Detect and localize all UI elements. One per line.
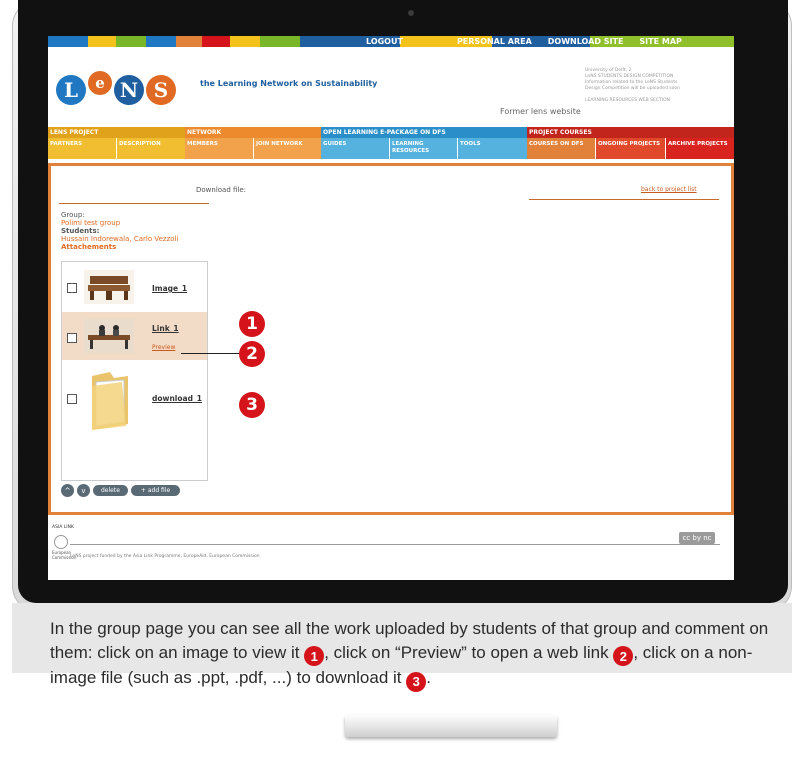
bench-image-thumbnail[interactable]: [84, 270, 134, 304]
menu-ongoing-projects[interactable]: ONGOING PROJECTS: [595, 138, 665, 159]
browser-screen: LOGOUT PERSONAL AREA DOWNLOAD SITE SITE …: [48, 36, 734, 580]
menu-open-learning[interactable]: OPEN LEARNING E-PACKAGE ON DFS: [321, 127, 527, 138]
side-info-line: LEARNING RESOURCES WEB SECTION: [585, 98, 671, 103]
menu-description[interactable]: DESCRIPTION: [116, 138, 185, 159]
menu-members[interactable]: MEMBERS: [185, 138, 253, 159]
main-menu: LENS PROJECT NETWORK OPEN LEARNING E-PAC…: [48, 127, 734, 163]
callout-badge-2: 2: [239, 341, 265, 367]
menu-project-courses[interactable]: PROJECT COURSES: [527, 127, 734, 138]
students-value: Hussain Indorewala, Carlo Vezzoli: [61, 235, 179, 243]
personal-area-link[interactable]: PERSONAL AREA: [449, 36, 540, 47]
delete-button[interactable]: delete: [93, 485, 128, 496]
menu-join-network[interactable]: JOIN NETWORK: [253, 138, 321, 159]
camera-icon: [408, 10, 414, 16]
monitor-stand: [345, 715, 557, 737]
menu-partners[interactable]: PARTNERS: [48, 138, 116, 159]
divider: [59, 203, 209, 204]
add-file-button[interactable]: + add file: [130, 485, 181, 496]
caption-text: .: [426, 668, 431, 688]
preview-link[interactable]: Preview: [152, 344, 175, 351]
download-site-link[interactable]: DOWNLOAD SITE: [540, 36, 632, 47]
content-panel: Download file: back to project list Grou…: [48, 163, 734, 515]
divider: [529, 199, 719, 200]
creative-commons-badge[interactable]: cc by nc: [679, 532, 715, 544]
logout-link[interactable]: LOGOUT: [358, 36, 411, 47]
menu-network[interactable]: NETWORK: [185, 127, 321, 138]
callout-pointer: [181, 353, 239, 354]
site-map-link[interactable]: SITE MAP: [631, 36, 689, 47]
attachments-list: Image_1 Link_1 Preview download_1: [61, 261, 208, 481]
select-checkbox[interactable]: [67, 394, 77, 404]
side-info-line: Design Competition will be uploaded soon: [585, 86, 680, 91]
students-label: Students:: [61, 227, 100, 235]
menu-archive-projects[interactable]: ARCHIVE PROJECTS: [665, 138, 734, 159]
back-to-project-list-link[interactable]: back to project list: [641, 186, 697, 193]
group-info: Group: Polimi test group Students: Hussa…: [61, 211, 178, 251]
image-attachment-link[interactable]: Image_1: [152, 284, 187, 293]
select-checkbox[interactable]: [67, 333, 77, 343]
folder-icon[interactable]: [84, 366, 134, 434]
menu-guides[interactable]: GUIDES: [321, 138, 389, 159]
list-item: download_1: [62, 360, 207, 440]
former-website-link[interactable]: Former lens website: [500, 107, 581, 116]
attachments-label: Attachements: [61, 243, 117, 251]
select-checkbox[interactable]: [67, 283, 77, 293]
instruction-caption: In the group page you can see all the wo…: [50, 617, 770, 692]
group-value: Polimi test group: [61, 219, 121, 227]
web-link-attachment[interactable]: Link_1: [152, 324, 179, 333]
logo-letter: N: [114, 75, 144, 105]
link-thumbnail: [84, 319, 134, 353]
menu-tools[interactable]: TOOLS: [457, 138, 527, 159]
asia-link-label: ASIA LINK: [52, 525, 74, 530]
caption-badge-1: 1: [304, 646, 325, 667]
attachment-actions: ^ v delete + add file: [61, 484, 181, 497]
top-navigation: LOGOUT PERSONAL AREA DOWNLOAD SITE SITE …: [358, 36, 690, 47]
menu-courses-on-dfs[interactable]: COURSES ON DFS: [527, 138, 595, 159]
move-down-button[interactable]: v: [77, 484, 90, 497]
logo-letter: e: [88, 71, 112, 95]
eu-logo: [54, 535, 68, 549]
side-info: University of Delft, 2 LeNS STUDENTS DES…: [585, 68, 730, 104]
move-up-button[interactable]: ^: [61, 484, 74, 497]
site-tagline: the Learning Network on Sustainability: [200, 79, 378, 88]
divider: [70, 544, 720, 545]
funding-note: LeNS project funded by the Asia Link Pro…: [70, 554, 260, 559]
lens-logo[interactable]: L e N S: [56, 71, 178, 108]
list-item: Image_1: [62, 262, 207, 312]
group-label: Group:: [61, 211, 85, 219]
callout-badge-1: 1: [239, 311, 265, 337]
callout-badge-3: 3: [239, 392, 265, 418]
menu-learning-resources[interactable]: LEARNING RESOURCES: [389, 138, 457, 159]
menu-lens-project[interactable]: LENS PROJECT: [48, 127, 185, 138]
caption-badge-2: 2: [613, 646, 634, 667]
logo-letter: L: [56, 75, 86, 105]
caption-text: , click on “Preview” to open a web link: [324, 642, 609, 662]
download-title: Download file:: [196, 186, 247, 194]
page-footer: ASIA LINK European Commission LeNS proje…: [48, 517, 734, 580]
file-download-link[interactable]: download_1: [152, 394, 202, 403]
eu-text: European Commission: [52, 550, 77, 560]
logo-letter: S: [146, 75, 176, 105]
caption-badge-3: 3: [406, 672, 427, 692]
